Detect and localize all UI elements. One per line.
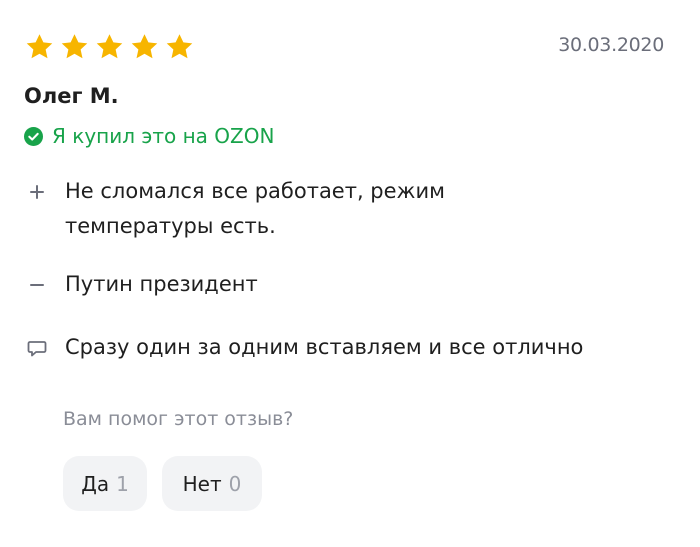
cons-text: Путин президент xyxy=(65,272,258,296)
pros-text: Не сломался все работает, режим температ… xyxy=(65,179,445,238)
plus-icon xyxy=(24,179,50,205)
comment-icon xyxy=(24,336,50,362)
review-date: 30.03.2020 xyxy=(558,34,664,56)
verified-purchase-text: Я купил это на OZON xyxy=(52,124,275,148)
comment-text: Сразу один за одним вставляем и все отли… xyxy=(65,335,584,359)
helpful-yes-button[interactable]: Да 1 xyxy=(63,456,147,511)
no-count: 0 xyxy=(228,471,242,496)
no-label: Нет xyxy=(182,471,222,496)
check-circle-icon xyxy=(24,126,43,146)
minus-icon xyxy=(24,272,50,298)
star-icon xyxy=(61,34,88,59)
verified-purchase: Я купил это на OZON xyxy=(24,124,274,148)
review-pros: Не сломался все работает, режим температ… xyxy=(24,174,505,244)
review-cons: Путин президент xyxy=(24,267,258,302)
review-comment: Сразу один за одним вставляем и все отли… xyxy=(24,330,583,365)
star-icon xyxy=(131,34,158,59)
helpful-no-button[interactable]: Нет 0 xyxy=(162,456,262,511)
rating-stars xyxy=(24,32,195,62)
yes-count: 1 xyxy=(116,471,129,496)
star-icon xyxy=(26,34,53,59)
star-icon xyxy=(96,34,123,59)
star-icon xyxy=(166,34,193,59)
helpful-question: Вам помог этот отзыв? xyxy=(63,408,294,430)
author-name: Олег М. xyxy=(24,84,119,108)
yes-label: Да xyxy=(81,471,110,496)
